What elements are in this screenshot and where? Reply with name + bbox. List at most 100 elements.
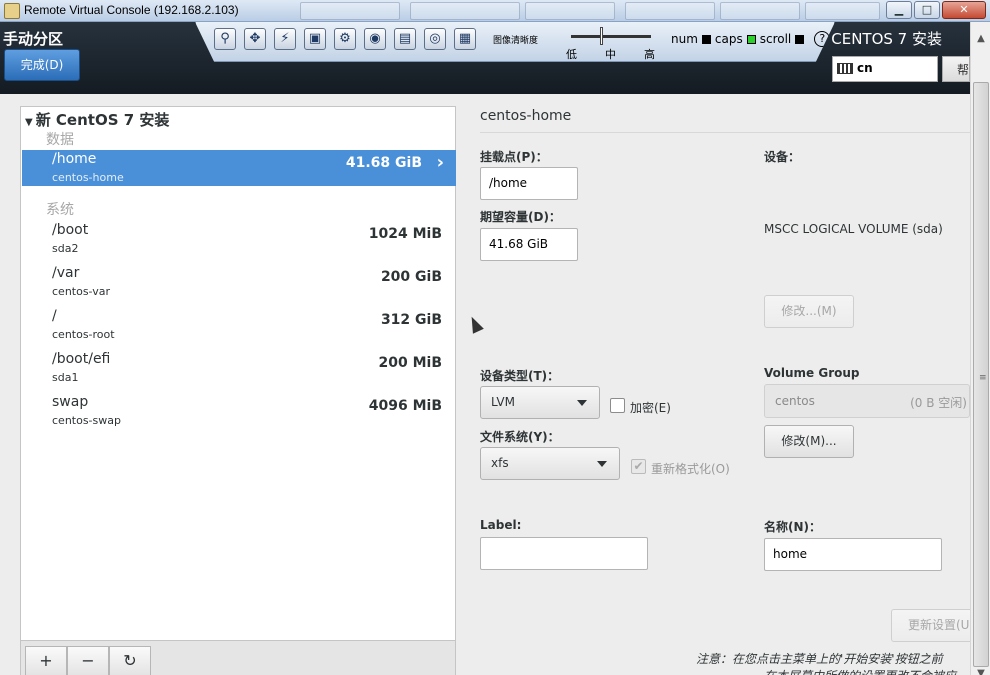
done-button[interactable]: 完成(D) xyxy=(4,49,80,81)
mount-point-label: 挂载点(P)： xyxy=(480,150,548,164)
label-field-label: Label: xyxy=(480,518,522,532)
background-tab xyxy=(625,2,715,20)
mount-device: centos-root xyxy=(52,328,115,341)
update-settings-button[interactable]: 更新设置(U xyxy=(891,609,970,642)
volume-group-label: Volume Group xyxy=(764,366,860,380)
device-type-value: LVM xyxy=(491,395,515,409)
floppy-icon[interactable]: ▤ xyxy=(394,28,416,50)
expand-caret-icon[interactable]: ▼ xyxy=(25,117,33,128)
add-mount-button[interactable]: + xyxy=(25,646,67,675)
device-type-label: 设备类型(T)： xyxy=(480,369,560,383)
page-title: 手动分区 xyxy=(3,30,64,48)
scroll-grip-icon: ≡ xyxy=(979,373,987,383)
product-title: CENTOS 7 安装 xyxy=(831,30,942,48)
dvd-icon[interactable]: ▦ xyxy=(454,28,476,50)
mount-size: 312 GiB xyxy=(380,312,442,328)
help-button[interactable]: 帮 xyxy=(942,56,970,82)
vertical-scrollbar[interactable]: ▲ ≡ ▼ xyxy=(970,22,990,675)
macro-icon[interactable]: ⚡ xyxy=(274,28,296,50)
keyboard-icon xyxy=(837,63,853,74)
mount-size: 200 GiB xyxy=(380,269,442,285)
mount-row-boot[interactable]: /boot sda2 1024 MiB xyxy=(22,221,456,257)
mount-size: 200 MiB xyxy=(378,355,443,371)
mount-row-swap[interactable]: swap centos-swap 4096 MiB xyxy=(22,393,456,429)
scroll-up-arrow-icon[interactable]: ▲ xyxy=(974,32,988,46)
reformat-checkbox[interactable]: ✔ xyxy=(631,459,646,474)
quality-mid-label: 中 xyxy=(605,48,616,61)
mount-point: /boot/efi xyxy=(52,351,111,367)
keyboard-layout-indicator[interactable]: cn xyxy=(832,56,938,82)
device-label: 设备： xyxy=(764,150,801,164)
mount-point: /home xyxy=(52,151,97,167)
refresh-button[interactable]: ↻ xyxy=(109,646,151,675)
cd-icon[interactable]: ◎ xyxy=(424,28,446,50)
window-title-bar: Remote Virtual Console (192.168.2.103) ▁… xyxy=(0,0,990,22)
fit-icon[interactable]: ✥ xyxy=(244,28,266,50)
pin-icon[interactable]: ⚲ xyxy=(214,28,236,50)
disk-icon[interactable]: ◉ xyxy=(364,28,386,50)
section-system-label: 系统 xyxy=(46,202,74,218)
lock-key-status: num caps scroll ? xyxy=(671,31,831,47)
quality-high-label: 高 xyxy=(644,48,655,61)
scroll-lock-led xyxy=(795,34,805,44)
selected-device-title: centos-home xyxy=(480,108,572,124)
screen-icon[interactable]: ▣ xyxy=(304,28,326,50)
quality-slider[interactable] xyxy=(571,35,651,38)
mount-point: /var xyxy=(52,265,80,281)
quality-low-label: 低 xyxy=(566,48,577,61)
scroll-lock-label: scroll xyxy=(759,32,792,46)
background-tab xyxy=(720,2,800,20)
num-lock-led xyxy=(701,34,711,44)
mount-row-var[interactable]: /var centos-var 200 GiB xyxy=(22,264,456,300)
volume-group-select[interactable]: centos (0 B 空闲) xyxy=(764,384,970,418)
encrypt-checkbox[interactable] xyxy=(610,398,625,413)
reformat-label: 重新格式化(O) xyxy=(651,462,730,476)
scroll-down-arrow-icon[interactable]: ▼ xyxy=(974,667,988,675)
mouse-cursor-icon xyxy=(466,314,484,334)
num-lock-label: num xyxy=(671,32,698,46)
background-tab xyxy=(525,2,615,20)
mount-point-list: ▼ 新 CentOS 7 安装 数据 /home centos-home 41.6… xyxy=(20,106,456,675)
mount-point-field[interactable]: /home xyxy=(480,167,578,200)
label-field[interactable] xyxy=(480,537,648,570)
note-text-line2: 在本屏幕中所做的设置更改不会被应 xyxy=(764,667,956,675)
mount-device: sda2 xyxy=(52,242,79,255)
name-field[interactable]: home xyxy=(764,538,942,571)
maximize-button[interactable]: □ xyxy=(914,1,940,19)
modify-volume-group-button[interactable]: 修改(M)... xyxy=(764,425,854,458)
mount-row-boot-efi[interactable]: /boot/efi sda1 200 MiB xyxy=(22,350,456,386)
image-quality-label: 图像清晰度 xyxy=(493,36,539,46)
volume-group-value: centos xyxy=(775,394,815,408)
filesystem-label: 文件系统(Y)： xyxy=(480,430,560,444)
install-title: 新 CentOS 7 安装 xyxy=(35,111,170,129)
filesystem-value: xfs xyxy=(491,456,509,470)
remove-mount-button[interactable]: − xyxy=(67,646,109,675)
minimize-button[interactable]: ▁ xyxy=(886,1,912,19)
name-label: 名称(N)： xyxy=(764,520,822,534)
mount-size: 4096 MiB xyxy=(368,398,442,414)
mount-row-root[interactable]: / centos-root 312 GiB xyxy=(22,307,456,343)
install-tree-header[interactable]: ▼ 新 CentOS 7 安装 xyxy=(25,109,169,130)
modify-device-button[interactable]: 修改...(M) xyxy=(764,295,854,328)
volume-group-free: (0 B 空闲) xyxy=(910,396,967,410)
filesystem-select[interactable]: xfs xyxy=(480,447,620,480)
quality-slider-knob[interactable] xyxy=(600,27,603,45)
mount-device: centos-home xyxy=(52,171,124,184)
settings-icon[interactable]: ⚙ xyxy=(334,28,356,50)
mount-device: centos-var xyxy=(52,285,111,298)
device-value: MSCC LOGICAL VOLUME (sda) xyxy=(764,222,943,236)
mount-size: 1024 MiB xyxy=(368,226,442,242)
chevron-down-icon xyxy=(597,461,607,467)
kvm-toolbar: ⚲ ✥ ⚡ ▣ ⚙ ◉ ▤ ◎ ▦ 图像清晰度 低 中 高 num caps s… xyxy=(195,22,835,62)
divider xyxy=(480,132,970,133)
window-title: Remote Virtual Console (192.168.2.103) xyxy=(24,3,239,17)
chevron-right-icon: › xyxy=(436,152,444,173)
capacity-field[interactable]: 41.68 GiB xyxy=(480,228,578,261)
keyboard-layout-label: cn xyxy=(857,61,873,75)
mount-device: centos-swap xyxy=(52,414,121,427)
scrollbar-thumb[interactable]: ≡ xyxy=(973,82,989,667)
device-type-select[interactable]: LVM xyxy=(480,386,600,419)
close-button[interactable]: ✕ xyxy=(942,1,986,19)
mount-point: swap xyxy=(52,394,89,410)
mount-row-home[interactable]: /home centos-home 41.68 GiB › xyxy=(22,150,456,186)
